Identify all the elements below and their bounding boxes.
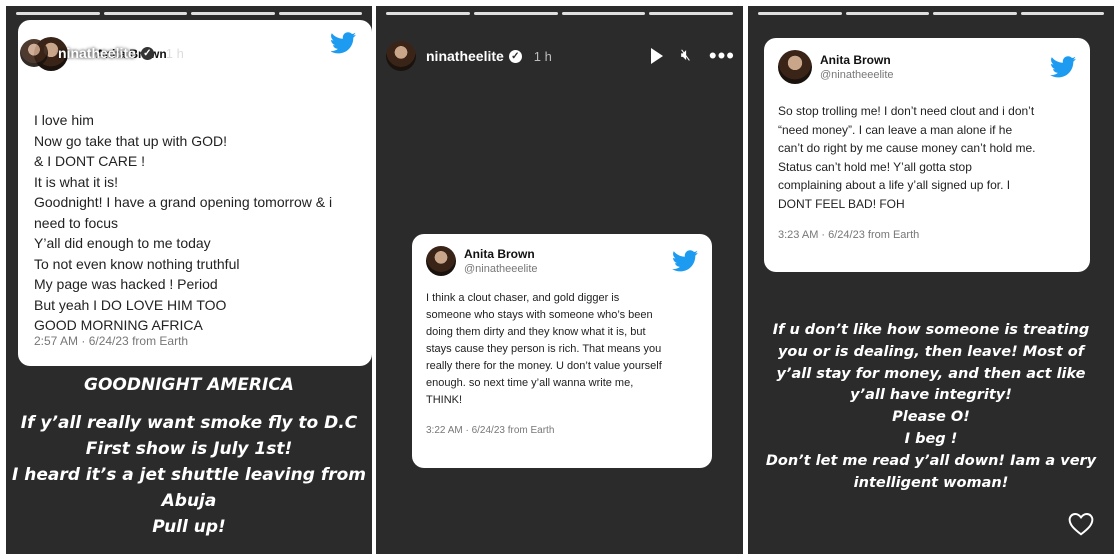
overlay-line: I heard it’s a jet shuttle leaving from	[11, 465, 366, 485]
tweet-line: It is what it is!	[34, 173, 119, 190]
overlay-line: y’all have integrity!	[850, 387, 1012, 404]
overlay-line: If y’all really want smoke fly to D.C	[20, 413, 358, 433]
twitter-bird-icon	[672, 250, 698, 272]
tweet-timestamp: 2:57 AM · 6/24/23 from Earth	[34, 334, 189, 348]
story-username[interactable]: ninatheelite	[426, 48, 504, 64]
tweet-line: someone who stays with someone who’s bee…	[426, 309, 653, 321]
overlay-line: Pull up!	[152, 517, 226, 537]
tweet-timestamp: 3:23 AM · 6/24/23 from Earth	[778, 229, 920, 241]
tweet-handle: @ninatheeelite	[464, 263, 538, 275]
story-progress-bar	[16, 12, 362, 15]
tweet-line: Now go take that up with GOD!	[34, 132, 227, 149]
twitter-bird-icon	[1050, 56, 1076, 78]
story-panel-3: Anita Brown @ninatheeelite So stop troll…	[748, 6, 1114, 554]
tweet-handle: @ninatheeelite	[820, 69, 894, 81]
story-time: 1 h	[165, 45, 184, 61]
tweet-line: & I DONT CARE !	[34, 153, 145, 169]
play-icon[interactable]	[650, 48, 663, 64]
story-panel-2: ninatheelite ✓ 1 h 🔇︎ ••• Anita Brown @n…	[376, 6, 743, 554]
tweet-line: enough. so next time y’all wanna write m…	[426, 377, 634, 389]
tweet-line: To not even know nothing truthful	[34, 255, 240, 272]
verified-icon: ✓	[508, 49, 522, 63]
story-text-overlay: If u don’t like how someone is treating …	[748, 320, 1114, 494]
tweet-body: I think a clout chaser, and gold digger …	[426, 290, 698, 409]
story-progress-bar	[386, 12, 733, 15]
more-icon[interactable]: •••	[709, 45, 735, 67]
overlay-spacer	[6, 398, 372, 410]
tweet-line: stays cause they person is rich. That me…	[426, 343, 662, 355]
tweet-author-name: Anita Brown	[820, 53, 891, 67]
tweet-line: need to focus	[34, 214, 119, 231]
tweet-line: complaining about a life y’all signed up…	[778, 178, 1011, 192]
story-text-overlay: GOODNIGHT AMERICA If y’all really want s…	[6, 372, 372, 540]
verified-icon: ✓	[140, 46, 154, 60]
mute-icon[interactable]: 🔇︎	[681, 47, 691, 65]
overlay-line: y’all stay for money, and then act like	[776, 365, 1086, 382]
tweet-line: Status can’t hold me! Y’all gotta stop	[778, 159, 972, 174]
story-time: 1 h	[533, 48, 552, 64]
tweet-line: doing them dirty and they know what it i…	[426, 326, 646, 338]
tweet-line: I think a clout chaser, and gold digger …	[426, 292, 620, 304]
tweet-line: So stop trolling me! I don’t need clout …	[778, 104, 1035, 118]
tweet-body: I love him Now go take that up with GOD!…	[34, 110, 356, 336]
overlay-line: Don’t let me read y’all down! Iam a very	[765, 452, 1097, 469]
tweet-body: So stop trolling me! I don’t need clout …	[778, 102, 1076, 213]
overlay-line: Abuja	[161, 491, 217, 511]
tweet-card: Anita Brown @ninatheeelite I think a clo…	[412, 234, 712, 468]
overlay-line: I beg !	[904, 430, 958, 447]
tweet-card: Anita Brown ninatheelite ✓ 1 h 🔇︎ ••• I …	[18, 20, 372, 366]
story-avatar[interactable]	[386, 41, 416, 71]
tweet-line: GOOD MORNING AFRICA	[34, 317, 203, 333]
overlay-line: Please O!	[892, 409, 970, 426]
tweet-line: Y’all did enough to me today	[34, 235, 211, 251]
overlay-line: intelligent woman!	[853, 474, 1009, 491]
overlay-line: you or is dealing, then leave! Most of	[777, 343, 1085, 360]
heart-icon[interactable]	[1068, 512, 1094, 536]
tweet-line: DONT FEEL BAD! FOH	[778, 196, 905, 211]
story-panel-1: Anita Brown ninatheelite ✓ 1 h 🔇︎ ••• I …	[6, 6, 372, 554]
tweet-line: My page was hacked ! Period	[34, 276, 218, 292]
tweet-avatar	[778, 50, 812, 84]
more-icon[interactable]: •••	[354, 42, 372, 64]
overlay-line: First show is July 1st!	[85, 439, 293, 459]
story-header: ninatheelite ✓ 1 h 🔇︎ •••	[18, 38, 372, 68]
story-username[interactable]: ninatheelite	[58, 45, 136, 61]
tweet-card: Anita Brown @ninatheeelite So stop troll…	[764, 38, 1090, 272]
tweet-author-name: Anita Brown	[464, 247, 535, 261]
story-header: ninatheelite ✓ 1 h 🔇︎ •••	[386, 40, 735, 72]
tweet-line: “need money”. I can leave a man alone if…	[778, 122, 1013, 137]
tweet-timestamp: 3:22 AM · 6/24/23 from Earth	[426, 425, 555, 436]
tweet-line: I love him	[34, 112, 94, 128]
tweet-avatar	[426, 246, 456, 276]
tweet-line: Goodnight! I have a grand opening tomorr…	[34, 194, 333, 210]
story-progress-bar	[758, 12, 1104, 15]
overlay-line: If u don’t like how someone is treating	[772, 322, 1090, 338]
pause-icon[interactable]	[295, 45, 308, 61]
tweet-line: really there for the money. U don’t valu…	[426, 360, 662, 372]
story-avatar[interactable]	[20, 39, 48, 67]
tweet-line: But yeah I DO LOVE HIM TOO	[34, 296, 227, 313]
tweet-line: can’t do right by me cause money can’t h…	[778, 141, 1036, 155]
mute-icon[interactable]: 🔇︎	[326, 44, 336, 62]
tweet-line: THINK!	[426, 394, 463, 406]
overlay-line: GOODNIGHT AMERICA	[84, 375, 294, 395]
